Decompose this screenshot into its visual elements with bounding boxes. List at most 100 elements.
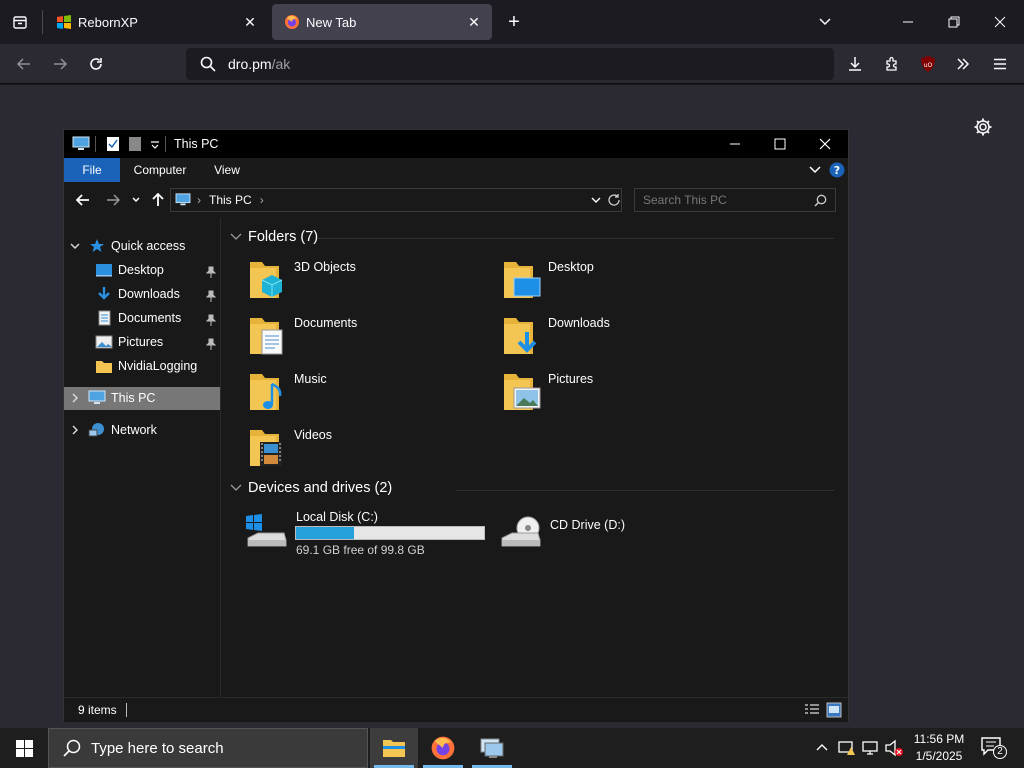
notification-center-button[interactable]: 2 bbox=[980, 736, 1007, 760]
folder-music[interactable]: Music bbox=[248, 370, 488, 418]
search-icon bbox=[200, 56, 216, 72]
search-icon bbox=[814, 194, 827, 207]
nav-label: Pictures bbox=[118, 335, 164, 349]
explorer-close-button[interactable] bbox=[802, 130, 848, 158]
ribbon-tab-view[interactable]: View bbox=[204, 158, 250, 182]
item-count: 9 items bbox=[78, 703, 117, 717]
nav-item-documents[interactable]: Documents bbox=[95, 307, 181, 329]
taskbar-clock[interactable]: 11:56 PM 1/5/2025 bbox=[906, 731, 972, 765]
folder-pictures[interactable]: Pictures bbox=[502, 370, 742, 418]
new-tab-button[interactable]: + bbox=[502, 10, 526, 34]
more-tools-button[interactable] bbox=[951, 52, 975, 76]
tab-title: New Tab bbox=[306, 14, 357, 30]
folder-downloads[interactable]: Downloads bbox=[502, 314, 742, 362]
desktop-folder-icon bbox=[504, 262, 541, 298]
back-arrow-icon[interactable] bbox=[76, 193, 90, 207]
folder-desktop[interactable]: Desktop bbox=[502, 258, 742, 306]
folders-group-header[interactable]: Folders (7) bbox=[230, 229, 318, 245]
folder-videos[interactable]: Videos bbox=[248, 426, 488, 474]
drive-local-disk-c[interactable]: Local Disk (C:) 69.1 GB free of 99.8 GB bbox=[244, 508, 494, 558]
volume-muted-icon[interactable] bbox=[884, 739, 904, 757]
close-tab-icon[interactable]: ✕ bbox=[240, 12, 260, 32]
tab-overflow-button[interactable] bbox=[811, 8, 839, 36]
nav-label: This PC bbox=[111, 391, 156, 405]
nav-network[interactable]: Network bbox=[70, 419, 157, 441]
list-all-tabs-button[interactable] bbox=[0, 0, 40, 44]
large-icons-view-icon[interactable] bbox=[826, 702, 842, 718]
nav-item-nvidialogging[interactable]: NvidiaLogging bbox=[95, 355, 197, 377]
group-divider bbox=[318, 238, 834, 239]
taskbar-search-box[interactable]: Type here to search bbox=[48, 728, 368, 768]
drive-cd-d[interactable]: CD Drive (D:) bbox=[498, 508, 748, 558]
pin-icon[interactable] bbox=[206, 266, 216, 278]
tab-rebornxp[interactable]: RebornXP ✕ bbox=[44, 4, 268, 40]
tab-new-tab[interactable]: New Tab ✕ bbox=[272, 4, 492, 40]
group-title: Devices and drives (2) bbox=[248, 480, 393, 496]
page-settings-button[interactable] bbox=[972, 116, 994, 138]
minimize-button[interactable] bbox=[894, 8, 922, 36]
address-history-icon[interactable] bbox=[591, 196, 601, 204]
gear-icon bbox=[974, 118, 992, 136]
content-pane: Folders (7) 3D Objects Desktop Documents… bbox=[222, 218, 848, 697]
restore-button[interactable] bbox=[940, 8, 968, 36]
minimize-icon bbox=[903, 21, 913, 23]
svg-text:uO: uO bbox=[924, 62, 933, 69]
nav-quick-access[interactable]: Quick access bbox=[70, 235, 185, 257]
forward-button[interactable] bbox=[48, 52, 72, 76]
clock-date: 1/5/2025 bbox=[915, 749, 963, 763]
close-window-button[interactable] bbox=[986, 8, 1014, 36]
download-arrow-icon bbox=[98, 287, 110, 300]
nav-this-pc[interactable]: This PC bbox=[70, 387, 155, 409]
help-icon[interactable]: ? bbox=[829, 162, 845, 178]
forward-arrow-icon[interactable] bbox=[106, 193, 120, 207]
show-hidden-icons-chevron-icon[interactable] bbox=[816, 742, 828, 752]
pin-icon[interactable] bbox=[206, 314, 216, 326]
action-center-warning-icon[interactable] bbox=[838, 739, 856, 757]
breadcrumb-this-pc[interactable]: This PC bbox=[209, 193, 252, 207]
videos-folder-icon bbox=[250, 430, 282, 466]
nav-item-desktop[interactable]: Desktop bbox=[95, 259, 164, 281]
svg-text:?: ? bbox=[834, 164, 840, 177]
refresh-icon[interactable] bbox=[607, 193, 621, 207]
taskbar-remote-app[interactable] bbox=[468, 728, 516, 768]
ublock-origin-button[interactable]: uO bbox=[916, 52, 940, 76]
downloads-button[interactable] bbox=[843, 52, 867, 76]
back-button[interactable] bbox=[12, 52, 36, 76]
search-this-pc-input[interactable]: Search This PC bbox=[634, 188, 836, 212]
folder-documents[interactable]: Documents bbox=[248, 314, 488, 362]
drives-group-header[interactable]: Devices and drives (2) bbox=[230, 480, 392, 496]
taskbar-file-explorer[interactable] bbox=[370, 728, 418, 768]
folder-label: Music bbox=[294, 372, 327, 386]
address-bar[interactable]: › This PC › bbox=[170, 188, 622, 212]
nav-item-downloads[interactable]: Downloads bbox=[95, 283, 180, 305]
taskbar-firefox[interactable] bbox=[419, 728, 467, 768]
app-menu-button[interactable] bbox=[988, 52, 1012, 76]
ribbon-tab-file[interactable]: File bbox=[64, 158, 120, 182]
recent-locations-icon[interactable] bbox=[132, 196, 140, 204]
drive-usage-bar bbox=[295, 526, 485, 540]
extensions-button[interactable] bbox=[880, 52, 904, 76]
expand-ribbon-icon[interactable] bbox=[809, 165, 821, 175]
new-folder-icon[interactable] bbox=[128, 136, 142, 152]
hamburger-menu-icon bbox=[994, 58, 1006, 70]
nav-item-pictures[interactable]: Pictures bbox=[95, 331, 163, 353]
properties-icon[interactable] bbox=[106, 136, 120, 152]
url-bar[interactable]: dro.pm/ak bbox=[186, 48, 834, 80]
start-button[interactable] bbox=[0, 728, 48, 768]
group-divider bbox=[456, 490, 834, 491]
pin-icon[interactable] bbox=[206, 338, 216, 350]
details-view-icon[interactable] bbox=[804, 703, 820, 717]
explorer-minimize-button[interactable] bbox=[712, 130, 758, 158]
clock-time: 11:56 PM bbox=[913, 732, 965, 746]
customize-qat-icon[interactable] bbox=[150, 140, 160, 150]
network-status-icon[interactable] bbox=[862, 739, 880, 757]
reload-button[interactable] bbox=[84, 52, 108, 76]
explorer-maximize-button[interactable] bbox=[757, 130, 803, 158]
nav-label: Quick access bbox=[111, 239, 186, 253]
close-tab-icon[interactable]: ✕ bbox=[464, 12, 484, 32]
folder-3d-objects[interactable]: 3D Objects bbox=[248, 258, 488, 306]
pin-icon[interactable] bbox=[206, 290, 216, 302]
this-pc-icon bbox=[175, 193, 191, 206]
ribbon-tab-computer[interactable]: Computer bbox=[130, 158, 190, 182]
up-arrow-icon[interactable] bbox=[151, 193, 165, 207]
